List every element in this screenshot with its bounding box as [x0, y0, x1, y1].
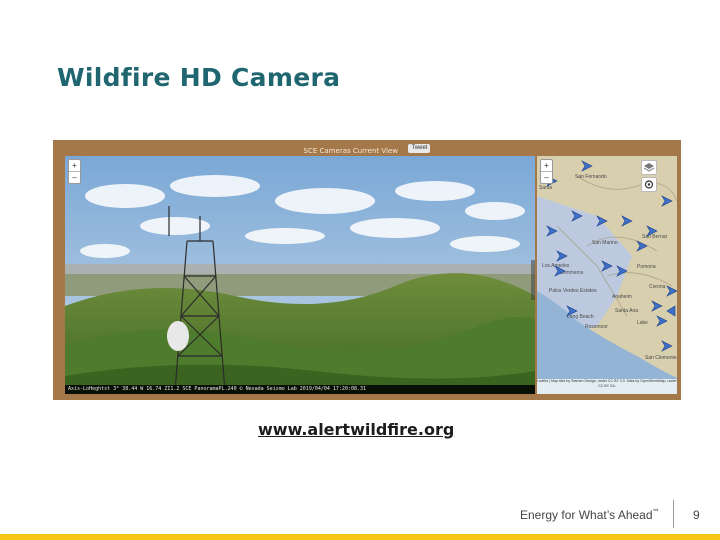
tweet-button[interactable]: Tweet — [408, 144, 431, 154]
map-label: Long Beach — [567, 314, 594, 320]
map-label: San Clemente — [645, 355, 677, 361]
map-zoom-out-button[interactable]: – — [541, 171, 552, 183]
page-number: 9 — [693, 508, 700, 522]
map-label: San Marino — [592, 240, 618, 246]
footer-divider — [673, 500, 674, 528]
map-label: Anaheim — [612, 294, 632, 300]
accent-bar — [0, 534, 720, 540]
camera-viewer: SCE Cameras Current View Tweet + – Axis-… — [53, 140, 681, 400]
alertwildfire-link[interactable]: www.alertwildfire.org — [258, 420, 454, 439]
camera-photo — [65, 156, 535, 394]
map-zoom-in-button[interactable]: + — [541, 160, 552, 171]
footer-tagline: Energy for What’s Ahead℠ — [520, 508, 660, 522]
map-label: Santa — [539, 185, 552, 191]
footer-tagline-mark: ℠ — [652, 509, 660, 516]
map-label: Pomona — [637, 264, 656, 270]
viewer-title: SCE Cameras Current View — [303, 147, 398, 155]
layers-icon[interactable] — [641, 160, 657, 175]
map-label: Palos Verdes Estates — [549, 288, 597, 294]
viewer-header: SCE Cameras Current View Tweet — [53, 140, 681, 156]
camera-map[interactable]: Santa San Fernando San Marino San Bernar… — [537, 156, 677, 394]
camera-image[interactable]: + – Axis-LoHeghtst 3° 38.44 W 16.74 ZI1.… — [65, 156, 535, 394]
camera-status-bar: Axis-LoHeghtst 3° 38.44 W 16.74 ZI1.2 SC… — [65, 385, 535, 394]
map-label: Los Angeles — [542, 263, 570, 269]
footer-tagline-text: Energy for What’s Ahead — [520, 508, 653, 522]
slide-title: Wildfire HD Camera — [57, 63, 341, 92]
map-label: San Fernando — [575, 174, 607, 180]
map-label: Corona — [649, 284, 666, 290]
map-label: San Bernar — [642, 234, 668, 240]
map-zoom-control: + – — [540, 159, 553, 184]
locate-icon[interactable] — [641, 177, 657, 192]
split-drag-handle[interactable] — [531, 260, 535, 300]
camera-zoom-out-button[interactable]: – — [69, 171, 80, 183]
map-label: Rossmoor — [585, 324, 608, 330]
map-label: Lake — [637, 320, 648, 326]
camera-zoom-in-button[interactable]: + — [69, 160, 80, 171]
map-attribution: Leaflet | Map tiles by Stamen Design, un… — [537, 379, 677, 394]
camera-zoom-control: + – — [68, 159, 81, 184]
map-label: Santa Ana — [615, 308, 638, 314]
